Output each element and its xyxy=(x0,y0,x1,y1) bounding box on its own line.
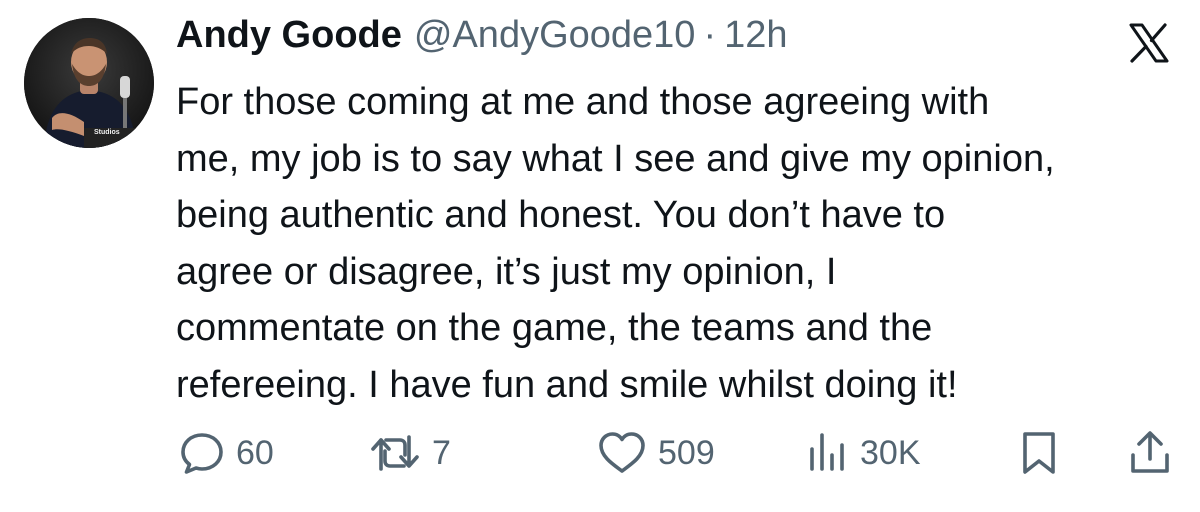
repost-icon xyxy=(371,435,419,471)
tweet-text-line: For those coming at me and those agreein… xyxy=(176,81,990,123)
bookmark-icon xyxy=(1023,432,1055,474)
share-button[interactable] xyxy=(1128,428,1172,478)
like-count: 509 xyxy=(658,433,715,472)
tweet-text-line: commentate on the game, the teams and th… xyxy=(176,307,933,349)
action-bar: 60 7 509 30K xyxy=(0,428,1200,478)
like-button[interactable]: 509 xyxy=(596,428,715,478)
reply-count: 60 xyxy=(236,433,274,472)
bookmark-button[interactable] xyxy=(1018,428,1060,478)
author-handle[interactable]: @AndyGoode10 xyxy=(414,14,696,57)
tweet-text-line: refereeing. I have fun and smile whilst … xyxy=(176,363,958,406)
tweet-text: For those coming at me and those agreein… xyxy=(176,74,1176,413)
views-count: 30K xyxy=(860,433,921,472)
reply-icon xyxy=(181,433,223,474)
avatar[interactable]: Studios xyxy=(24,18,154,148)
tweet-text-line: agree or disagree, it’s just my opinion,… xyxy=(176,250,837,293)
share-icon xyxy=(1131,431,1169,473)
tweet-text-line: being authentic and honest. You don’t ha… xyxy=(176,194,946,236)
avatar-photo xyxy=(24,18,154,148)
tweet-text-line: me, my job is to say what I see and give… xyxy=(176,137,1055,180)
repost-count: 7 xyxy=(432,433,451,472)
avatar-caption: Studios xyxy=(94,129,120,136)
author-name[interactable]: Andy Goode xyxy=(176,14,402,57)
views-button[interactable]: 30K xyxy=(806,428,921,478)
x-logo-icon[interactable] xyxy=(1128,22,1170,64)
header-separator: · xyxy=(703,14,717,56)
views-icon xyxy=(810,433,844,471)
timestamp[interactable]: 12h xyxy=(724,14,787,57)
repost-button[interactable]: 7 xyxy=(368,428,451,478)
like-icon xyxy=(599,432,645,473)
reply-button[interactable]: 60 xyxy=(178,428,274,478)
tweet-header: Andy Goode @AndyGoode10 · 12h xyxy=(176,14,788,66)
